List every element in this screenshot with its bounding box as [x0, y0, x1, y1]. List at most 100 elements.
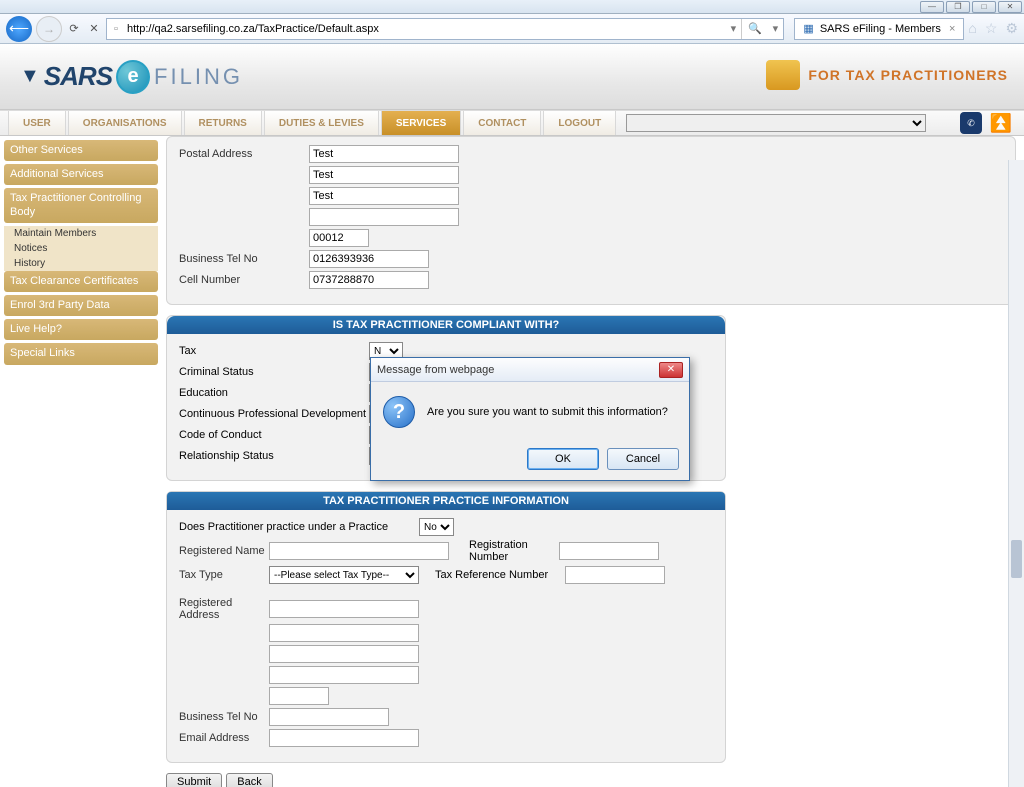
- tax-type-select[interactable]: --Please select Tax Type--: [269, 566, 419, 584]
- sidebar-live-help-[interactable]: Live Help?: [4, 319, 158, 340]
- main-nav: USERORGANISATIONSRETURNSDUTIES & LEVIESS…: [0, 110, 1024, 136]
- practice-bustel-label: Business Tel No: [179, 711, 269, 723]
- search-icon[interactable]: 🔍: [741, 19, 767, 39]
- nav-search-select[interactable]: [626, 114, 926, 132]
- scrollbar[interactable]: [1008, 160, 1024, 787]
- sidebar-history[interactable]: History: [4, 256, 158, 271]
- tab-close-icon[interactable]: ×: [949, 23, 955, 35]
- relationship-label: Relationship Status: [179, 450, 369, 462]
- business-tel-label: Business Tel No: [179, 253, 309, 265]
- sidebar-tax-practitioner-controlling-body[interactable]: Tax Practitioner Controlling Body: [4, 188, 158, 222]
- registered-name-label: Registered Name: [179, 545, 269, 557]
- sidebar-additional-services[interactable]: Additional Services: [4, 164, 158, 185]
- compliance-header: IS TAX PRACTITIONER COMPLIANT WITH?: [167, 316, 725, 334]
- compliance-label-code-of-conduct: Code of Conduct: [179, 429, 369, 441]
- nav-search: [626, 111, 926, 135]
- form-actions: Submit Back: [166, 773, 1016, 787]
- reg-addr-code[interactable]: [269, 687, 329, 705]
- reg-addr-3[interactable]: [269, 645, 419, 663]
- folder-icon: [766, 60, 800, 90]
- window-close[interactable]: ✕: [998, 1, 1022, 13]
- submit-button[interactable]: Submit: [166, 773, 222, 787]
- window-restore[interactable]: ❐: [946, 1, 970, 13]
- dialog-cancel-button[interactable]: Cancel: [607, 448, 679, 470]
- reg-addr-2[interactable]: [269, 624, 419, 642]
- sidebar-enrol-rd-party-data[interactable]: Enrol 3rd Party Data: [4, 295, 158, 316]
- nav-organisations[interactable]: ORGANISATIONS: [68, 111, 182, 135]
- postal-line-3[interactable]: [309, 187, 459, 205]
- practice-bustel-input[interactable]: [269, 708, 389, 726]
- tax-ref-label: Tax Reference Number: [435, 569, 565, 581]
- nav-logout[interactable]: LOGOUT: [543, 111, 616, 135]
- browser-toolbar: ⟵ → ⟳ ✕ ▫ ▾ 🔍 ▾ ▦ SARS eFiling - Members…: [0, 14, 1024, 44]
- logo-e-icon: e: [116, 60, 150, 94]
- sidebar-other-services[interactable]: Other Services: [4, 140, 158, 161]
- postal-line-2[interactable]: [309, 166, 459, 184]
- contact-panel: Postal Address Business Tel No Cell Numb…: [166, 136, 1016, 305]
- browser-stop-icon[interactable]: ✕: [86, 21, 102, 37]
- practice-select[interactable]: No: [419, 518, 454, 536]
- tab-title: SARS eFiling - Members: [820, 23, 941, 35]
- registered-name-input[interactable]: [269, 542, 449, 560]
- address-bar: ▫ ▾ 🔍 ▾: [106, 18, 784, 40]
- url-input[interactable]: [125, 19, 725, 39]
- logo-filing: FILING: [154, 64, 243, 90]
- nav-duties-levies[interactable]: DUTIES & LEVIES: [264, 111, 379, 135]
- window-minimize[interactable]: —: [920, 1, 944, 13]
- reg-addr-1[interactable]: [269, 600, 419, 618]
- sars-logo: ▼ SARS e FILING: [20, 60, 243, 94]
- tools-icon[interactable]: ⚙: [1005, 20, 1018, 37]
- registration-number-label: Registration Number: [469, 539, 559, 563]
- browser-reload-icon[interactable]: ⟳: [66, 21, 82, 37]
- nav-contact[interactable]: CONTACT: [463, 111, 541, 135]
- email-label: Email Address: [179, 732, 269, 744]
- page-icon: ▫: [107, 23, 125, 35]
- email-input[interactable]: [269, 729, 419, 747]
- postal-line-4[interactable]: [309, 208, 459, 226]
- sidebar-maintain-members[interactable]: Maintain Members: [4, 226, 158, 241]
- dialog-title: Message from webpage: [377, 364, 659, 376]
- confirm-dialog: Message from webpage ✕ ? Are you sure yo…: [370, 357, 690, 481]
- reg-addr-4[interactable]: [269, 666, 419, 684]
- scrollbar-thumb[interactable]: [1011, 540, 1022, 578]
- question-icon: ?: [383, 396, 415, 428]
- nav-returns[interactable]: RETURNS: [184, 111, 262, 135]
- search-dropdown[interactable]: ▾: [767, 22, 783, 35]
- back-button[interactable]: Back: [226, 773, 272, 787]
- compliance-label-education: Education: [179, 387, 369, 399]
- nav-user[interactable]: USER: [8, 111, 66, 135]
- postal-line-1[interactable]: [309, 145, 459, 163]
- browser-forward[interactable]: →: [36, 16, 62, 42]
- sidebar-notices[interactable]: Notices: [4, 241, 158, 256]
- nav-services[interactable]: SERVICES: [381, 111, 461, 135]
- header-tagline: FOR TAX PRACTITIONERS: [808, 67, 1008, 83]
- compliance-label-tax: Tax: [179, 345, 369, 357]
- registration-number-input[interactable]: [559, 542, 659, 560]
- tab-strip: ▦ SARS eFiling - Members ×: [794, 18, 964, 40]
- sidebar: Other Services Additional Services Tax Pra…: [0, 136, 158, 787]
- help-icon[interactable]: ✆: [960, 112, 982, 134]
- sidebar-special-links[interactable]: Special Links: [4, 343, 158, 364]
- practice-panel: TAX PRACTITIONER PRACTICE INFORMATION Do…: [166, 491, 726, 763]
- postal-code[interactable]: [309, 229, 369, 247]
- dialog-titlebar: Message from webpage ✕: [371, 358, 689, 382]
- tab-favicon: ▦: [803, 22, 813, 35]
- browser-tab[interactable]: ▦ SARS eFiling - Members ×: [794, 18, 964, 40]
- practice-header: TAX PRACTITIONER PRACTICE INFORMATION: [167, 492, 725, 510]
- cell-number-input[interactable]: [309, 271, 429, 289]
- compliance-label-criminal-status: Criminal Status: [179, 366, 369, 378]
- site-header: ▼ SARS e FILING FOR TAX PRACTITIONERS: [0, 44, 1024, 110]
- dialog-close-icon[interactable]: ✕: [659, 362, 683, 378]
- tax-ref-input[interactable]: [565, 566, 665, 584]
- window-maximize[interactable]: □: [972, 1, 996, 13]
- browser-back[interactable]: ⟵: [6, 16, 32, 42]
- dialog-ok-button[interactable]: OK: [527, 448, 599, 470]
- business-tel-input[interactable]: [309, 250, 429, 268]
- registered-address-label: Registered Address: [179, 597, 269, 621]
- url-dropdown[interactable]: ▾: [725, 22, 741, 35]
- favorites-icon[interactable]: ☆: [985, 20, 998, 37]
- sidebar-tax-clearance-certificates[interactable]: Tax Clearance Certificates: [4, 271, 158, 292]
- home-icon[interactable]: ⌂: [968, 20, 976, 37]
- scroll-top-icon[interactable]: ⏫: [990, 112, 1012, 134]
- tax-type-label: Tax Type: [179, 569, 269, 581]
